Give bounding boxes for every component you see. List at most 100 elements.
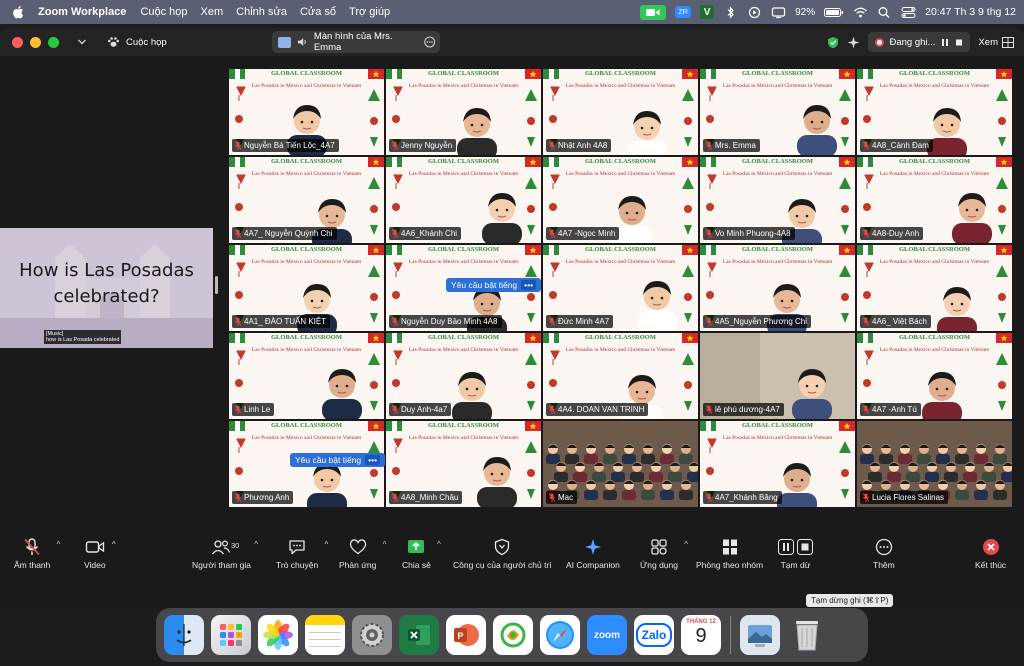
participant-tile[interactable]: GLOBAL CLASSROOM Las Posadas in Mexico an… [543,157,698,243]
video-button[interactable]: Video ^ [84,538,116,570]
apple-icon[interactable] [12,5,26,19]
ai-companion-button[interactable]: AI Companion [566,538,620,570]
control-center-icon[interactable] [901,6,916,19]
unmute-request-badge[interactable]: Yêu cầu bật tiếng ••• [290,453,386,467]
thumbnail-resize-handle[interactable] [215,276,218,294]
notes-app-icon[interactable] [305,615,345,655]
share-screen-button[interactable]: Chia sẻ ^ [402,538,441,570]
more-button[interactable]: Thêm [873,538,895,570]
participant-tile[interactable]: GLOBAL CLASSROOM Las Posadas in Mexico an… [543,333,698,419]
play-icon[interactable] [747,6,762,19]
spotlight-search-icon[interactable] [877,6,892,19]
participant-tile[interactable]: GLOBAL CLASSROOM Las Posadas in Mexico an… [229,69,384,155]
pause-recording-icon[interactable] [778,539,794,555]
participant-tile[interactable]: GLOBAL CLASSROOM Las Posadas in Mexico an… [543,245,698,331]
chevron-up-icon[interactable]: ^ [324,540,328,549]
green-circle-app-icon[interactable] [493,615,533,655]
participant-tile[interactable]: GLOBAL CLASSROOM Las Posadas in Mexico an… [700,157,855,243]
app-menu-zoom[interactable]: Zoom Workplace [38,6,126,18]
camera-in-use-icon[interactable] [640,4,667,20]
participant-tile[interactable]: lê phú dương-4A7 [700,333,855,419]
chevron-up-icon[interactable]: ^ [254,540,258,549]
minimize-window-button[interactable] [30,36,41,48]
excel-app-icon[interactable] [399,615,439,655]
menu-edit[interactable]: Chỉnh sửa [236,6,287,18]
unmute-request-badge[interactable]: Yêu cầu bật tiếng ••• [446,278,542,292]
close-window-button[interactable] [12,36,23,48]
system-settings-app-icon[interactable] [352,615,392,655]
stop-recording-icon[interactable] [797,539,813,555]
wifi-icon[interactable] [853,6,868,19]
shared-screen-thumbnail[interactable]: How is Las Posadas celebrated? [Music] h… [0,228,213,348]
chevron-down-icon[interactable] [77,38,87,46]
host-tools-button[interactable]: Công cụ của người chủ trì [453,538,552,570]
screen-share-tab[interactable]: Màn hình của Mrs. Emma [272,31,440,53]
photos-app-icon[interactable] [258,615,298,655]
participant-tile[interactable]: GLOBAL CLASSROOM Las Posadas in Mexico an… [386,333,541,419]
display-icon[interactable] [771,6,786,19]
trash-app-icon[interactable] [787,615,827,655]
participant-tile[interactable]: GLOBAL CLASSROOM Las Posadas in Mexico an… [229,245,384,331]
bluetooth-icon[interactable] [723,6,738,19]
reactions-button[interactable]: Phản ứng ^ [339,538,386,570]
chat-button[interactable]: Trò chuyện ^ [276,538,328,570]
participant-tile[interactable]: GLOBAL CLASSROOM Las Posadas in Mexico an… [229,157,384,243]
end-meeting-button[interactable]: Kết thúc [975,538,1006,570]
security-shield-icon[interactable] [827,36,839,49]
v-status-icon[interactable]: V [700,5,715,19]
zalo-app-icon[interactable]: Zalo [634,615,674,655]
participant-tile[interactable]: GLOBAL CLASSROOM Las Posadas in Mexico an… [857,333,1012,419]
more-options-icon[interactable] [423,36,435,48]
unmute-request-more[interactable]: ••• [365,455,381,465]
recording-indicator[interactable]: Đang ghi... [867,32,971,52]
clock[interactable]: 20:47 Th 3 9 thg 12 [925,6,1016,18]
participant-name-label: Nguyễn Duy Bảo Minh 4A8 [389,315,502,328]
battery-icon[interactable] [824,6,844,19]
mute-button[interactable]: Âm thanh ^ [14,538,60,570]
safari-app-icon[interactable] [540,615,580,655]
record-controls[interactable]: Tạm dừ [778,538,813,570]
menu-help[interactable]: Trợ giúp [349,6,390,18]
participant-tile[interactable]: GLOBAL CLASSROOM Las Posadas in Mexico an… [700,245,855,331]
menu-view[interactable]: Xem [201,6,224,18]
preview-app-icon[interactable] [740,615,780,655]
breakout-rooms-button[interactable]: Phòng theo nhóm [696,538,763,570]
participants-button[interactable]: Người tham gia 30 ^ [192,538,258,570]
participant-tile[interactable]: GLOBAL CLASSROOM Las Posadas in Mexico an… [857,157,1012,243]
chevron-up-icon[interactable]: ^ [684,540,688,549]
apps-button[interactable]: Ứng dụng ^ [640,538,688,570]
powerpoint-app-icon[interactable]: P [446,615,486,655]
participant-tile[interactable]: Lucia Flores Salinas [857,421,1012,507]
stop-recording-icon[interactable] [955,38,963,47]
participant-tile[interactable]: GLOBAL CLASSROOM Las Posadas in Mexico an… [700,421,855,507]
maximize-window-button[interactable] [48,36,59,48]
slide-subtitle: Las Posadas in Mexico and Christmas in V… [722,435,833,441]
meeting-title[interactable]: Cuộc họp [126,37,167,48]
participant-tile[interactable]: GLOBAL CLASSROOM Las Posadas in Mexico an… [386,421,541,507]
participant-tile[interactable]: GLOBAL CLASSROOM Las Posadas in Mexico an… [229,333,384,419]
finder-app-icon[interactable] [164,615,204,655]
chevron-up-icon[interactable]: ^ [112,540,116,549]
unmute-request-more[interactable]: ••• [521,280,537,290]
calendar-app-icon[interactable]: THÁNG 12 9 [681,615,721,655]
participant-tile[interactable]: GLOBAL CLASSROOM Las Posadas in Mexico an… [700,69,855,155]
chevron-up-icon[interactable]: ^ [57,540,61,549]
zoom-app-icon[interactable]: zoom [587,615,627,655]
speaker-icon[interactable] [297,37,307,47]
participant-tile[interactable]: GLOBAL CLASSROOM Las Posadas in Mexico an… [386,69,541,155]
participant-tile[interactable]: GLOBAL CLASSROOM Las Posadas in Mexico an… [857,245,1012,331]
zoom-status-icon[interactable]: ZR [675,6,692,18]
launchpad-app-icon[interactable] [211,615,251,655]
menu-meeting[interactable]: Cuộc họp [140,6,187,18]
ai-sparkle-icon[interactable] [847,36,860,49]
participant-tile[interactable]: GLOBAL CLASSROOM Las Posadas in Mexico an… [386,157,541,243]
chevron-up-icon[interactable]: ^ [383,540,387,549]
participant-tile[interactable]: Mac [543,421,698,507]
participant-tile[interactable]: GLOBAL CLASSROOM Las Posadas in Mexico an… [857,69,1012,155]
menu-window[interactable]: Cửa sổ [300,6,336,18]
participant-tile[interactable]: GLOBAL CLASSROOM Las Posadas in Mexico an… [543,69,698,155]
chevron-up-icon[interactable]: ^ [437,540,441,549]
view-menu-button[interactable]: Xem [978,36,1014,48]
pause-recording-icon[interactable] [941,38,949,47]
participant-name-label: Jenny Nguyễn [389,139,457,152]
